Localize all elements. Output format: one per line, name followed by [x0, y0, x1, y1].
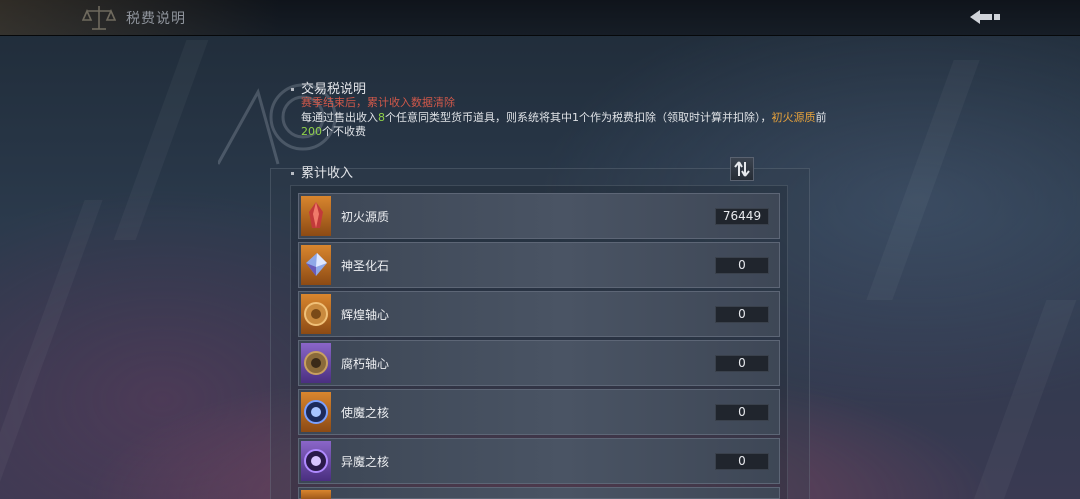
item-name: 腐朽轴心 — [341, 357, 390, 371]
page-title: 税费说明 — [126, 11, 186, 27]
bullet — [291, 172, 294, 175]
item-name: 使魔之核 — [341, 406, 390, 420]
desc-highlight-number: 200 — [301, 125, 322, 138]
blue-core-icon — [301, 392, 331, 432]
bg-stroke — [113, 40, 209, 240]
list-item[interactable]: 腐朽轴心 0 — [298, 340, 780, 386]
holy-gem-icon — [301, 245, 331, 285]
item-value: 0 — [715, 453, 769, 470]
item-frame-icon — [301, 490, 331, 499]
sort-arrows-icon — [734, 161, 750, 177]
golden-gear-icon — [301, 294, 331, 334]
list-item[interactable]: 神圣化石 0 — [298, 242, 780, 288]
desc-text: 个不收费 — [322, 125, 366, 138]
desc-text: 个任意同类型货币道具，则系统将其中 — [385, 111, 572, 124]
red-crystal-icon — [301, 196, 331, 236]
item-name: 辉煌轴心 — [341, 308, 390, 322]
desc-highlight-item: 初火源质 — [771, 111, 816, 124]
item-name: 异魔之核 — [341, 455, 390, 469]
rotten-gear-icon — [301, 343, 331, 383]
item-name: 神圣化石 — [341, 259, 390, 273]
item-value: 0 — [715, 355, 769, 372]
item-name: 初火源质 — [341, 210, 390, 224]
list-item-partial[interactable] — [298, 487, 780, 499]
income-section-heading: 累计收入 — [291, 162, 353, 181]
list-item[interactable]: 异魔之核 0 — [298, 438, 780, 484]
season-reset-warning: 赛季结束后，累计收入数据清除 — [301, 96, 455, 109]
sort-toggle-button[interactable] — [730, 157, 754, 181]
list-item[interactable]: 初火源质 76449 — [298, 193, 780, 239]
tax-description: 每通过售出收入8个任意同类型货币道具，则系统将其中1个作为税费扣除（领取时计算并… — [301, 111, 829, 139]
desc-text: 个作为税费扣除（领取时计算并扣除）， — [579, 111, 772, 124]
desc-text: 每通过售出收入 — [301, 111, 378, 124]
desc-text: 前 — [815, 111, 827, 124]
desc-highlight-number: 8 — [378, 111, 385, 124]
item-value: 0 — [715, 404, 769, 421]
list-item[interactable]: 使魔之核 0 — [298, 389, 780, 435]
top-bar: 税费说明 — [0, 0, 1080, 36]
scale-icon — [82, 6, 116, 30]
bg-stroke — [866, 60, 980, 300]
violet-core-icon — [301, 441, 331, 481]
item-value: 76449 — [715, 208, 769, 225]
bg-stroke — [0, 200, 103, 499]
item-value: 0 — [715, 306, 769, 323]
bullet — [291, 88, 294, 91]
bg-stroke — [973, 300, 1077, 499]
back-arrow-icon[interactable] — [966, 5, 1006, 29]
item-value: 0 — [715, 257, 769, 274]
list-item[interactable]: 辉煌轴心 0 — [298, 291, 780, 337]
desc-number: 1 — [572, 111, 579, 124]
income-heading-text: 累计收入 — [301, 166, 354, 181]
